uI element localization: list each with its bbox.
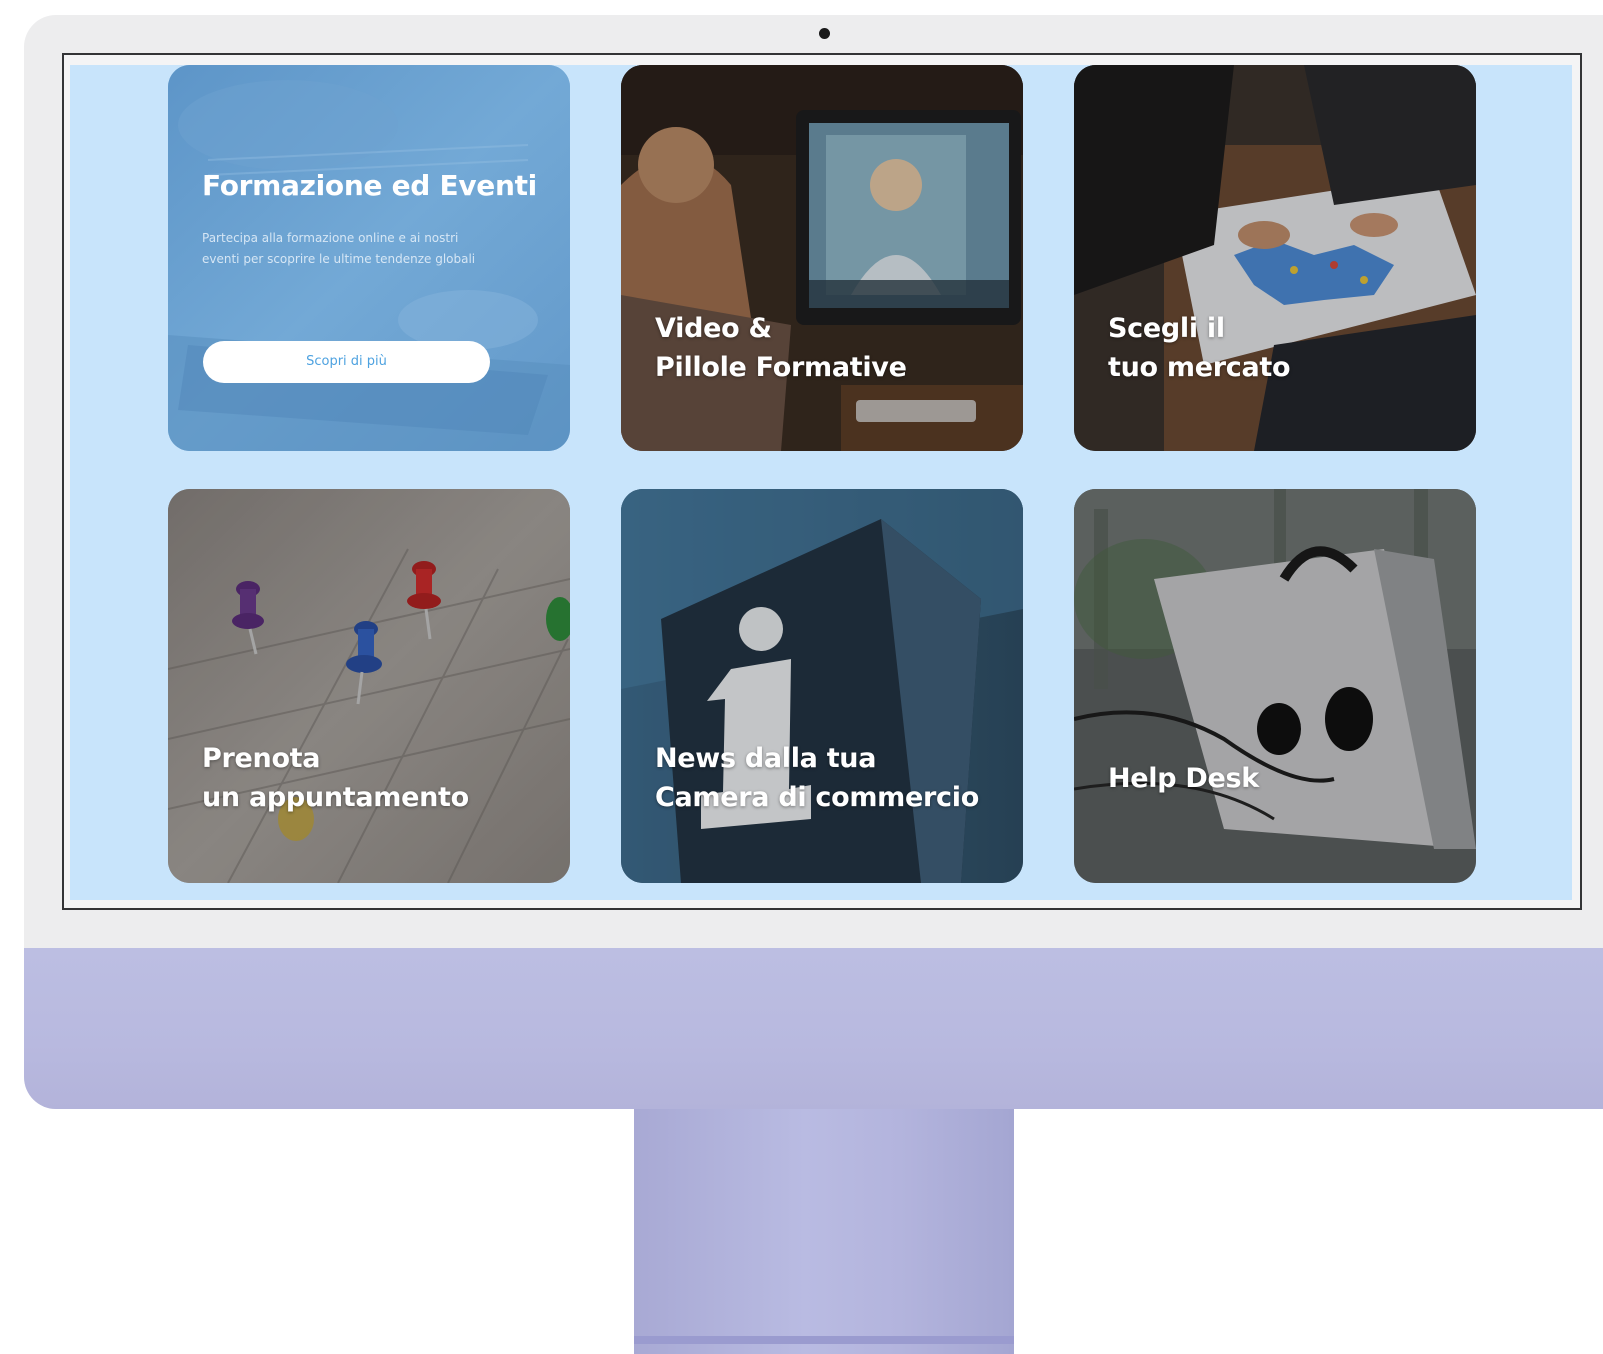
card-title: Prenota un appuntamento <box>202 743 469 813</box>
card-title: Help Desk <box>1108 763 1259 794</box>
monitor-stand <box>634 1109 1014 1354</box>
monitor-stand-base <box>634 1336 1014 1344</box>
discover-more-button[interactable]: Scopri di più <box>203 341 490 383</box>
monitor-chin <box>24 948 1603 1109</box>
page: Formazione ed Eventi Partecipa alla form… <box>0 0 1603 1354</box>
card-prenota-appuntamento[interactable]: Prenota un appuntamento <box>168 489 570 883</box>
card-news-camera[interactable]: News dalla tua Camera di commercio <box>621 489 1023 883</box>
camera-dot <box>819 28 830 39</box>
card-description: Partecipa alla formazione online e ai no… <box>202 231 476 266</box>
screen: Formazione ed Eventi Partecipa alla form… <box>70 65 1572 900</box>
image-overlay <box>621 489 1023 883</box>
image-overlay <box>168 489 570 883</box>
card-scegli-mercato[interactable]: Scegli il tuo mercato <box>1074 65 1476 451</box>
card-help-desk[interactable]: Help Desk <box>1074 489 1476 883</box>
card-title: Scegli il tuo mercato <box>1108 313 1291 383</box>
image-overlay <box>1074 489 1476 883</box>
card-title: Formazione ed Eventi <box>202 169 537 202</box>
screen-bezel: Formazione ed Eventi Partecipa alla form… <box>62 53 1582 910</box>
card-title: Video & Pillole Formative <box>655 313 907 383</box>
image-overlay <box>1074 65 1476 451</box>
card-formazione-eventi[interactable]: Formazione ed Eventi Partecipa alla form… <box>168 65 570 451</box>
card-title: News dalla tua Camera di commercio <box>655 743 979 813</box>
card-video-pillole[interactable]: Video & Pillole Formative <box>621 65 1023 451</box>
image-overlay <box>621 65 1023 451</box>
monitor-frame: Formazione ed Eventi Partecipa alla form… <box>24 15 1603 1109</box>
